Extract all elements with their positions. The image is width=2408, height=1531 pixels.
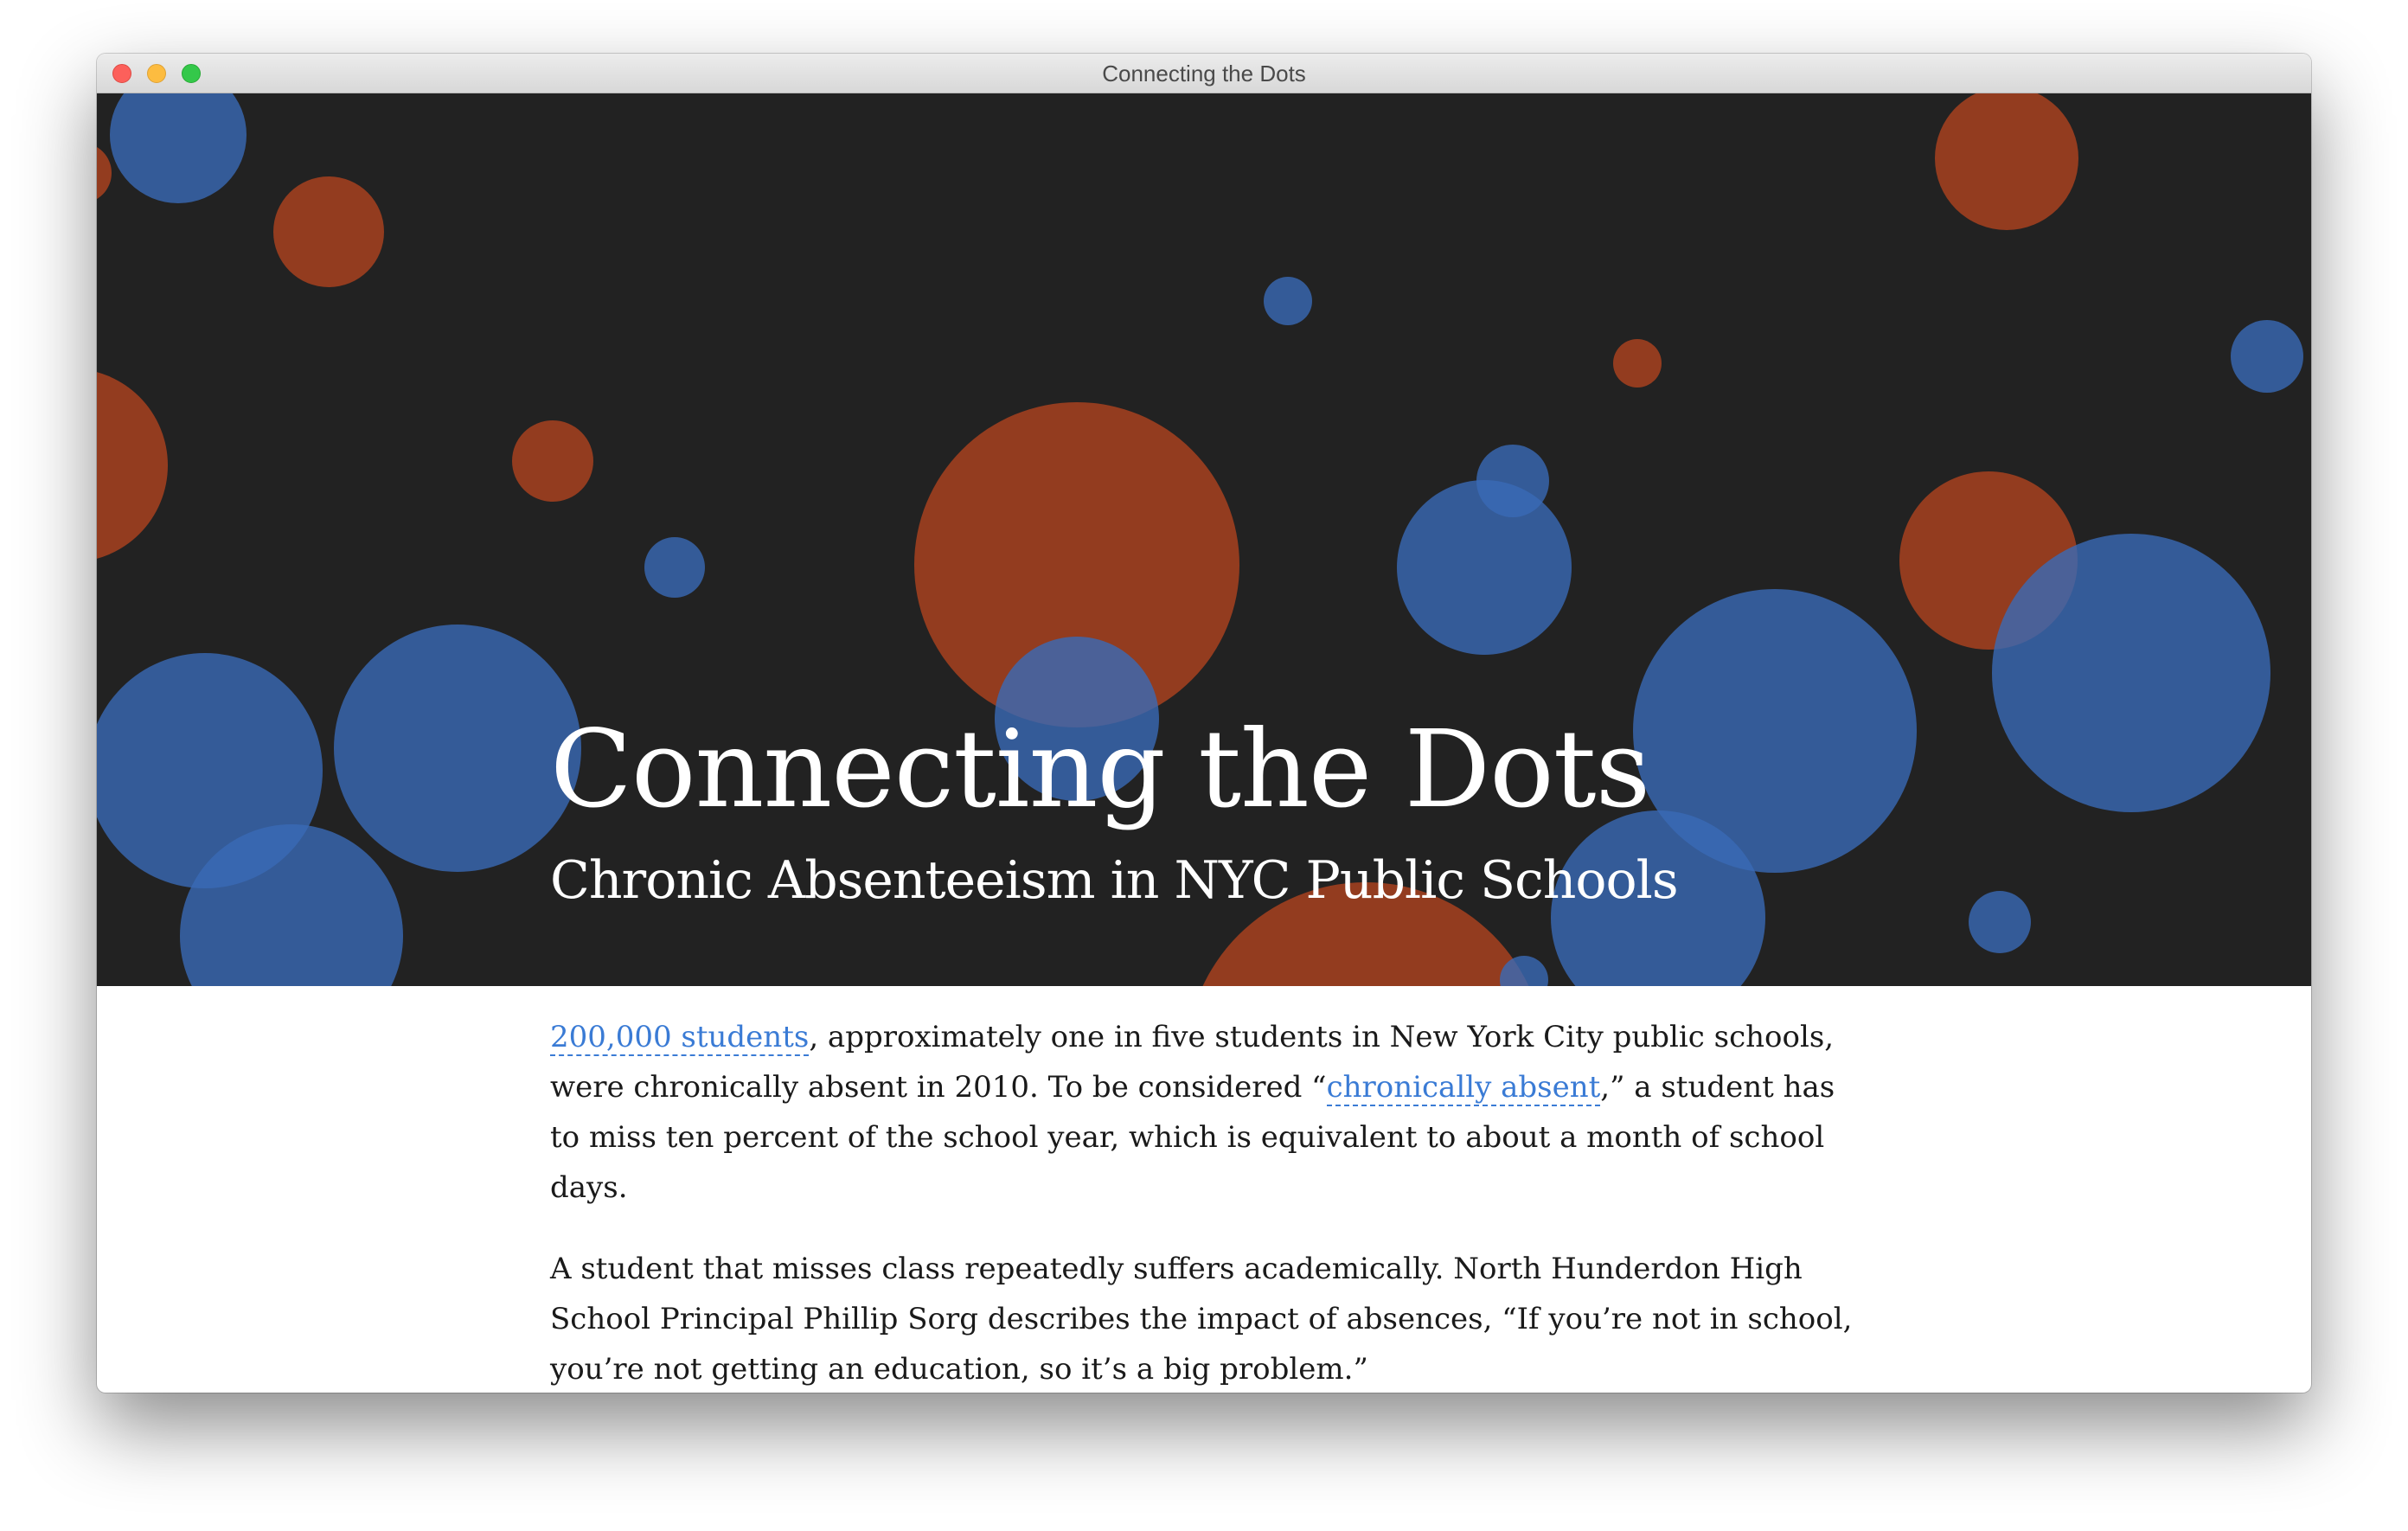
dot [644, 537, 705, 598]
dot [1264, 277, 1312, 325]
title-bar[interactable]: Connecting the Dots [97, 54, 2311, 93]
dot [110, 93, 247, 203]
dot [1613, 339, 1662, 388]
dot [97, 146, 112, 200]
article-body: 200,000 students, approximately one in f… [550, 1012, 1865, 1393]
dot [512, 420, 593, 502]
dot [273, 176, 384, 287]
dot [1969, 891, 2031, 953]
chronically-absent-link[interactable]: chronically absent [1326, 1070, 1601, 1106]
dot [97, 372, 168, 559]
students-link[interactable]: 200,000 students [550, 1020, 810, 1056]
window-title: Connecting the Dots [1102, 61, 1306, 86]
browser-window: Connecting the Dots Connecting the Dots … [97, 54, 2311, 1393]
page-title: Connecting the Dots [550, 708, 1650, 832]
dot [334, 625, 581, 872]
dot [1992, 534, 2270, 812]
dot [1397, 480, 1572, 655]
article-paragraph: A student that misses class repeatedly s… [550, 1252, 1853, 1387]
dot [2231, 320, 2303, 393]
page-subtitle: Chronic Absenteeism in NYC Public School… [550, 850, 1679, 911]
hero-banner: Connecting the Dots Chronic Absenteeism … [97, 93, 2311, 986]
dot [1935, 93, 2078, 230]
article-paragraph: 200,000 students, approximately one in f… [550, 1012, 1865, 1213]
